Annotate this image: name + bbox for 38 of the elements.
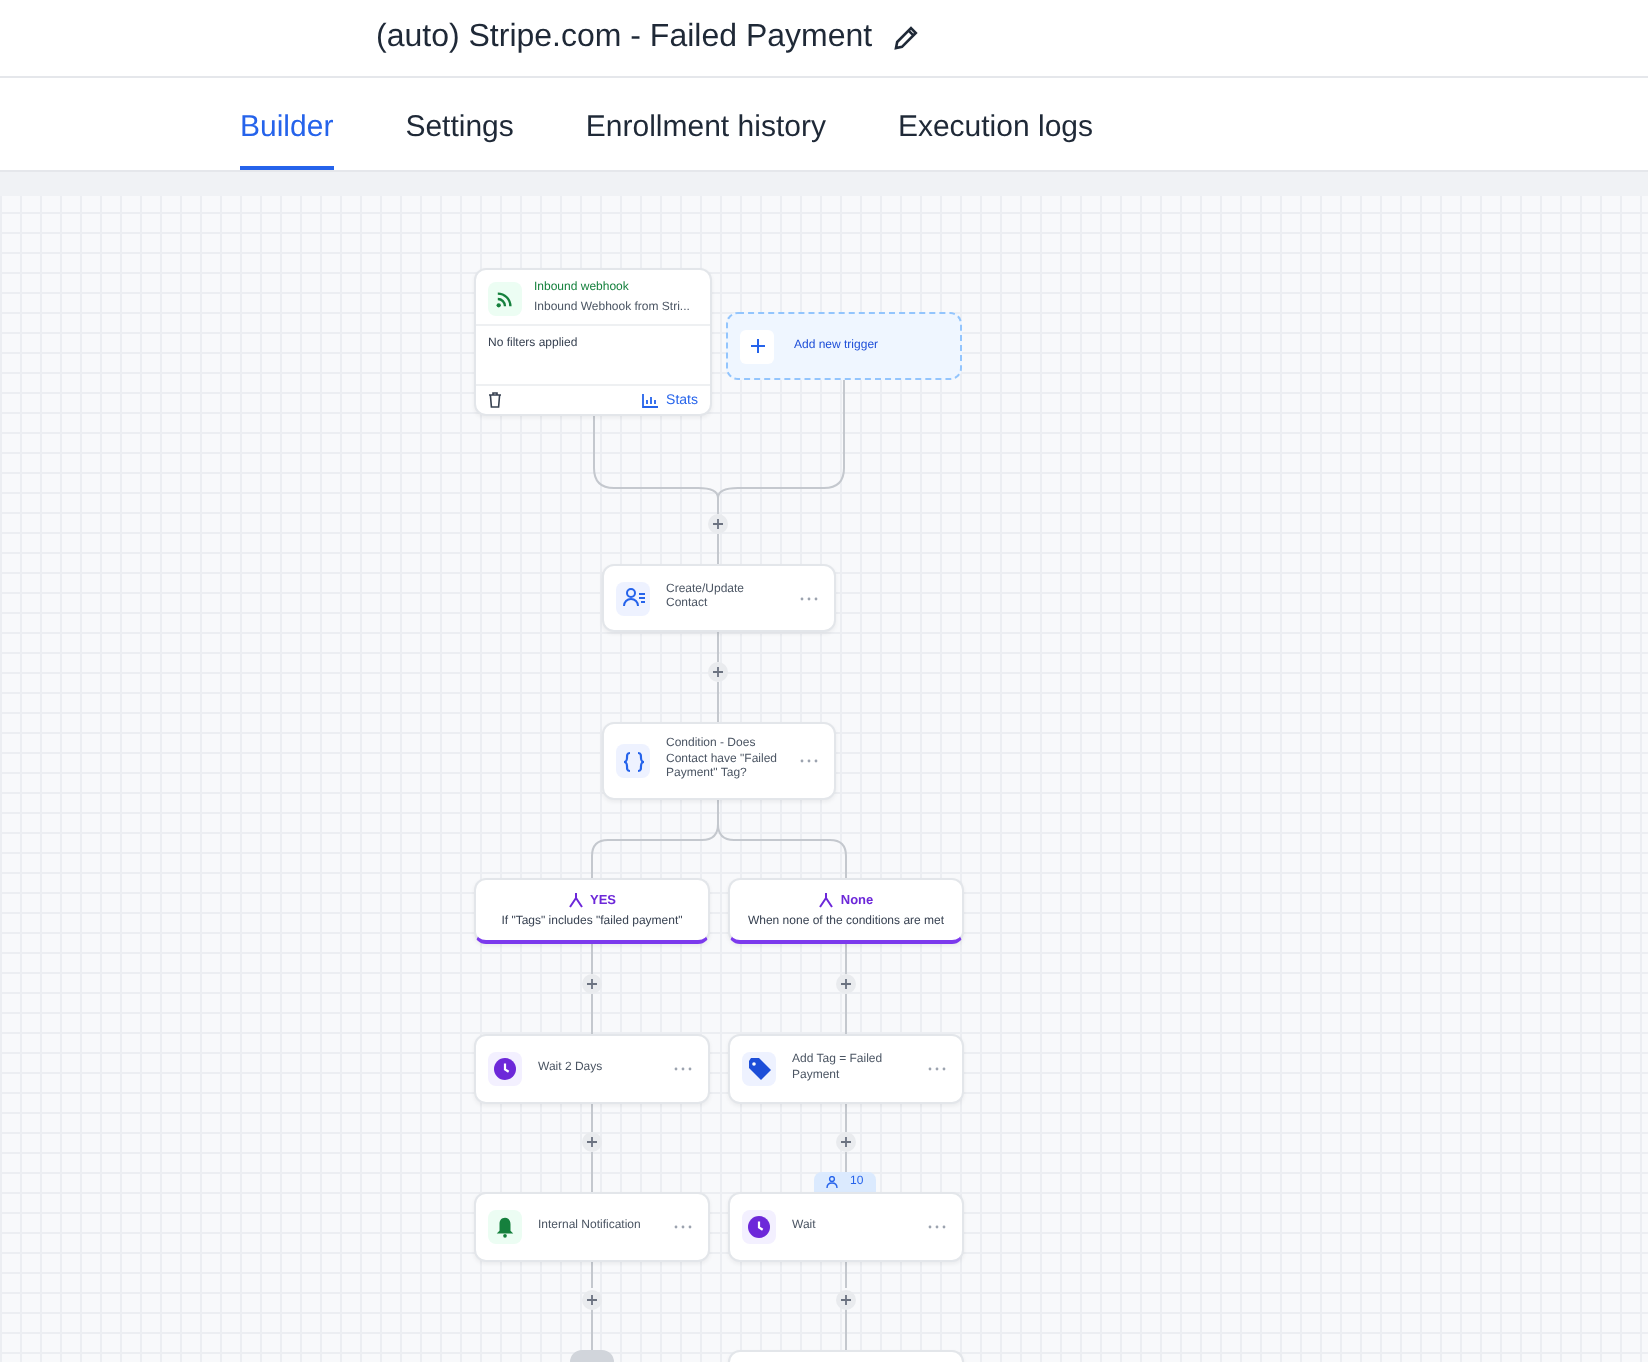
tag-icon: [747, 1058, 771, 1080]
trash-icon[interactable]: [488, 392, 502, 408]
fork-icon: [567, 892, 584, 908]
more-button[interactable]: [924, 1220, 950, 1234]
more-button[interactable]: [670, 1220, 696, 1234]
pencil-icon[interactable]: [892, 24, 921, 52]
person-icon: [826, 1176, 840, 1188]
connector-line: [717, 379, 845, 499]
clock-icon: [494, 1058, 516, 1080]
tab[interactable]: Settings: [405, 78, 514, 170]
add-step-button[interactable]: [582, 974, 602, 994]
add-step-button[interactable]: [582, 1290, 602, 1310]
more-button[interactable]: [924, 1062, 950, 1076]
tab[interactable]: Enrollment history: [585, 78, 826, 170]
connector-line: [717, 533, 719, 565]
tab[interactable]: Execution logs: [897, 78, 1094, 170]
add-step-button[interactable]: [582, 1132, 602, 1152]
braces-icon: [621, 749, 645, 773]
bell-icon: [494, 1216, 516, 1238]
workflow-title: (auto) Stripe.com - Failed Payment: [376, 20, 873, 56]
bar-chart-icon[interactable]: [642, 393, 659, 407]
fork-icon: [818, 892, 835, 908]
add-step-button[interactable]: [836, 1290, 856, 1310]
add-step-button[interactable]: [708, 514, 728, 534]
rss-icon: [496, 290, 514, 308]
add-step-button[interactable]: [836, 974, 856, 994]
add-step-button[interactable]: [836, 1132, 856, 1152]
connector-line: [593, 415, 719, 515]
connector-line: [717, 823, 847, 879]
add-step-button[interactable]: [708, 662, 728, 682]
connector-line: [717, 631, 719, 663]
more-button[interactable]: [670, 1062, 696, 1076]
connector-line: [717, 681, 719, 723]
more-button[interactable]: [796, 754, 822, 768]
clock-icon: [748, 1216, 770, 1238]
person-list-icon: [621, 586, 645, 610]
plus-icon[interactable]: [749, 338, 765, 354]
connector-line: [591, 799, 719, 879]
